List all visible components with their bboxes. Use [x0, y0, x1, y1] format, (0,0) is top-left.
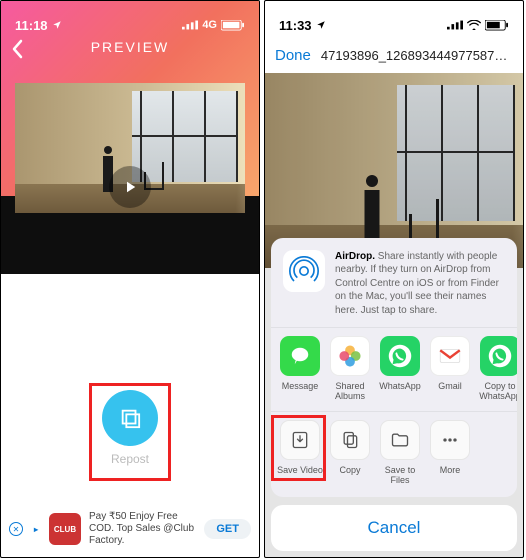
- share-app-whatsapp[interactable]: WhatsApp: [375, 336, 425, 401]
- status-time: 11:18: [15, 18, 48, 33]
- battery-icon: [221, 20, 245, 31]
- nav-bar: Done 47193896_126893444977587_432656...: [265, 39, 523, 71]
- status-bar: 11:18 4G: [1, 1, 259, 39]
- action-more[interactable]: More: [425, 420, 475, 485]
- airdrop-icon: [283, 250, 325, 292]
- repost-label: Repost: [92, 452, 168, 466]
- whatsapp-icon: [380, 336, 420, 376]
- share-app-label: Copy to WhatsApp: [475, 381, 517, 401]
- title-bar: PREVIEW: [1, 39, 259, 73]
- ad-banner[interactable]: ✕ ▸ CLUB Pay ₹50 Enjoy Free COD. Top Sal…: [9, 509, 251, 549]
- save-to-files-icon: [380, 420, 420, 460]
- share-app-gmail[interactable]: Gmail: [425, 336, 475, 401]
- phone-right: 11:33 Done 47193896_126893444977587_4326: [264, 0, 524, 558]
- message-icon: [280, 336, 320, 376]
- airdrop-text: AirDrop. Share instantly with people nea…: [335, 250, 505, 318]
- share-app-label: Gmail: [438, 381, 462, 391]
- share-app-label: Shared Albums: [325, 381, 375, 401]
- action-save-to-files[interactable]: Save to Files: [375, 420, 425, 485]
- action-copy[interactable]: Copy: [325, 420, 375, 485]
- action-label: More: [440, 465, 461, 475]
- action-label: Save to Files: [375, 465, 425, 485]
- photos-icon: [330, 336, 370, 376]
- play-button[interactable]: [109, 166, 151, 208]
- action-row: Save Video Copy Save to Files More: [271, 412, 517, 495]
- wifi-icon: [467, 20, 481, 30]
- copy-icon: [330, 420, 370, 460]
- airdrop-row[interactable]: AirDrop. Share instantly with people nea…: [271, 238, 517, 329]
- cancel-button[interactable]: Cancel: [271, 505, 517, 551]
- location-icon: [52, 20, 62, 30]
- ad-text: Pay ₹50 Enjoy Free COD. Top Sales @Club …: [89, 511, 196, 547]
- gmail-icon: [430, 336, 470, 376]
- location-icon: [316, 20, 326, 30]
- ad-cta-button[interactable]: GET: [204, 519, 251, 539]
- back-button[interactable]: [11, 39, 31, 59]
- share-app-label: WhatsApp: [379, 381, 421, 391]
- done-button[interactable]: Done: [275, 47, 311, 64]
- repost-section: Repost: [92, 386, 168, 478]
- file-name: 47193896_126893444977587_432656...: [321, 48, 513, 63]
- ad-logo: CLUB: [49, 513, 81, 545]
- page-title: PREVIEW: [91, 39, 170, 55]
- status-time: 11:33: [279, 18, 312, 33]
- signal-bars-icon: [447, 20, 463, 30]
- network-label: 4G: [202, 19, 217, 31]
- whatsapp2-icon: [480, 336, 517, 376]
- repost-button[interactable]: [102, 390, 158, 446]
- share-app-label: Message: [282, 381, 319, 391]
- ad-info-icon[interactable]: ▸: [31, 524, 41, 534]
- share-app-photos[interactable]: Shared Albums: [325, 336, 375, 401]
- status-bar: 11:33: [265, 1, 523, 39]
- action-label: Copy: [339, 465, 360, 475]
- share-app-message[interactable]: Message: [275, 336, 325, 401]
- battery-icon: [485, 20, 509, 31]
- save-video-icon: [280, 420, 320, 460]
- share-app-whatsapp2[interactable]: Copy to WhatsApp: [475, 336, 517, 401]
- phone-left: 11:18 4G PREVIEW: [0, 0, 260, 558]
- share-apps-row: Message Shared Albums WhatsApp Gmail Copy to…: [271, 328, 517, 412]
- signal-bars-icon: [182, 20, 198, 30]
- more-icon: [430, 420, 470, 460]
- share-sheet: AirDrop. Share instantly with people nea…: [271, 238, 517, 552]
- action-save-video[interactable]: Save Video: [275, 420, 325, 485]
- ad-close-icon[interactable]: ✕: [9, 522, 23, 536]
- action-label: Save Video: [277, 465, 323, 475]
